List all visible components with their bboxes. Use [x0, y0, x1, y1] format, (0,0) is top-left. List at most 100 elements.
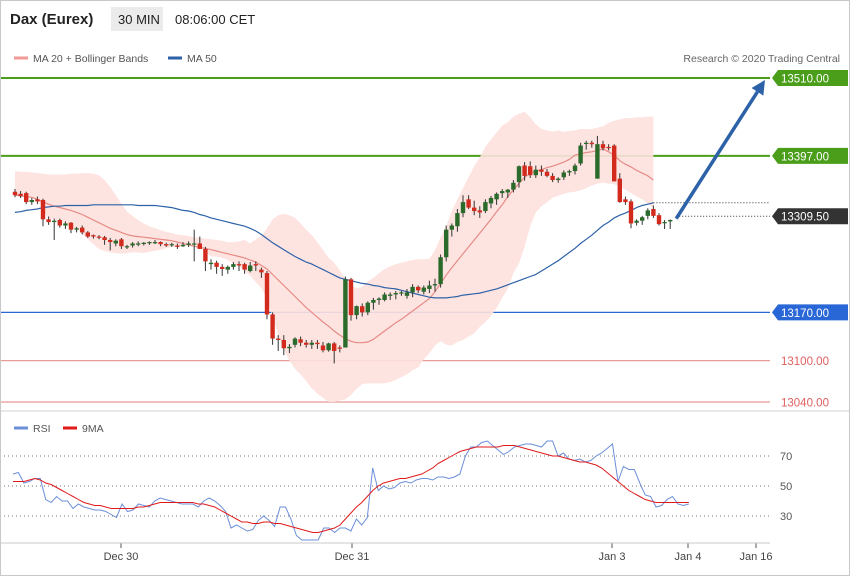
candle-body: [528, 166, 533, 176]
candle-body: [556, 178, 561, 181]
candle-body: [410, 286, 415, 293]
candle-body: [175, 245, 180, 247]
candle-body: [214, 262, 219, 267]
candle-body: [68, 222, 74, 230]
candle-body: [259, 269, 264, 273]
candle-body: [651, 208, 656, 216]
candle-body: [203, 248, 208, 262]
candle: [651, 205, 656, 218]
x-tick-label: Dec 31: [335, 551, 370, 563]
time-label: 08:06:00 CET: [175, 12, 255, 27]
chart-canvas: Dax (Eurex) 30 MIN 08:06:00 CET MA 20 + …: [0, 7, 850, 563]
price-label-text: 13100.00: [781, 356, 829, 368]
candle-body: [645, 210, 650, 216]
candle-body: [427, 285, 432, 289]
candle-body: [483, 202, 488, 212]
rsi-line: [12, 440, 689, 541]
rsi-ma-legend-label: 9MA: [82, 423, 104, 435]
candle-body: [12, 191, 18, 196]
candle-body: [231, 264, 236, 267]
candle-body: [477, 210, 482, 213]
x-tick-label: Jan 4: [675, 551, 702, 563]
candle-body: [24, 193, 29, 203]
candle-body: [623, 199, 628, 203]
candle: [24, 191, 29, 205]
candle: [220, 264, 225, 276]
candle-body: [522, 165, 527, 176]
rsi-ma-line: [13, 445, 689, 533]
candle-body: [371, 299, 376, 303]
candle-body: [511, 182, 516, 190]
candle-body: [533, 169, 538, 176]
candle-body: [550, 175, 555, 181]
candle-body: [292, 338, 298, 345]
candle-body: [141, 242, 146, 244]
candle: [444, 225, 449, 262]
candle-body: [354, 306, 359, 316]
candle-body: [326, 343, 331, 351]
candle-body: [52, 220, 57, 223]
candle: [208, 259, 214, 270]
candle-body: [169, 244, 174, 246]
candle-body: [164, 244, 169, 246]
candle-body: [96, 236, 102, 238]
candle-body: [236, 264, 242, 266]
symbol-title: Dax (Eurex): [10, 11, 93, 28]
candle-body: [304, 342, 309, 345]
candle-body: [40, 200, 46, 220]
interval-label[interactable]: 30 MIN: [118, 12, 160, 27]
candle: [656, 213, 662, 226]
candle-body: [606, 146, 611, 149]
rsi-tick-label: 30: [780, 511, 792, 523]
candle-body: [91, 235, 96, 237]
candle-body: [399, 292, 404, 294]
candle-body: [320, 345, 326, 351]
candle: [640, 215, 645, 225]
candle-body: [455, 213, 460, 227]
candle: [623, 196, 628, 205]
price-label-text: 13510.00: [781, 74, 829, 86]
candle-body: [197, 243, 202, 249]
candle-body: [444, 229, 449, 258]
candle: [628, 199, 634, 229]
candle-body: [63, 223, 68, 226]
candle-body: [85, 232, 90, 237]
candle: [612, 144, 617, 182]
price-label: 13100.00: [781, 356, 829, 368]
x-tick-label: Dec 30: [104, 551, 139, 563]
candle-body: [466, 199, 471, 208]
candle-body: [572, 165, 578, 172]
candle-body: [80, 227, 85, 233]
candle-body: [57, 220, 62, 226]
candle-body: [516, 166, 522, 183]
candle: [68, 222, 74, 234]
x-tick-label: Jan 16: [739, 551, 772, 563]
rsi-tick-label: 70: [780, 451, 792, 463]
candle: [264, 271, 270, 320]
candle-body: [46, 219, 51, 223]
candle-body: [136, 243, 141, 245]
candle: [214, 260, 219, 274]
candle-body: [539, 169, 544, 172]
price-label: 13040.00: [781, 398, 829, 410]
candle-body: [186, 243, 191, 245]
price-label-text: 13397.00: [781, 151, 829, 163]
candle-body: [612, 145, 617, 182]
candle-body: [505, 189, 510, 193]
candle-body: [600, 144, 606, 149]
candle-body: [668, 220, 673, 222]
candle-body: [102, 237, 107, 240]
candle-body: [584, 142, 589, 144]
candle-body: [544, 171, 550, 176]
candle-body: [108, 240, 113, 243]
candle-body: [343, 279, 348, 348]
research-credit: Research © 2020 Trading Central: [683, 53, 840, 65]
candle-body: [617, 178, 622, 203]
candle-body: [242, 264, 247, 270]
candle-body: [130, 243, 135, 246]
candle-body: [152, 242, 158, 244]
candle-body: [287, 346, 292, 349]
candle-body: [656, 215, 662, 225]
candle-body: [35, 199, 40, 202]
price-label-text: 13040.00: [781, 398, 829, 410]
